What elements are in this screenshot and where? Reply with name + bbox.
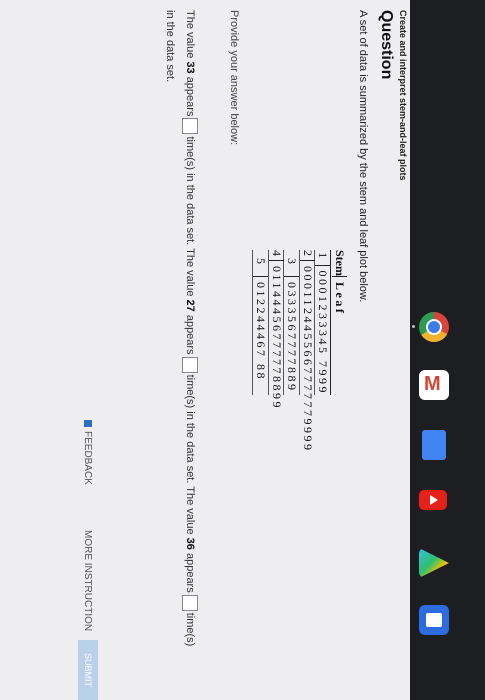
plot-row: 2 0001124455667777779999: [299, 250, 315, 453]
provide-answer-label: Provide your answer below:: [228, 10, 240, 146]
stem-value: 1: [315, 250, 331, 266]
leaf-values: 012244467 88: [254, 282, 269, 381]
gmail-icon[interactable]: [419, 370, 449, 400]
leaf-values: 0001233345 7999: [316, 270, 331, 396]
leaf-values: 0001124455667777779999: [300, 266, 315, 453]
files-icon[interactable]: [419, 605, 449, 635]
question-prompt: A set of data is summarized by the stem …: [357, 10, 369, 303]
feedback-label: FEEDBACK: [82, 431, 93, 485]
stem-value: 3: [284, 250, 300, 277]
question-content: Create and interpret stem-and-leaf plots…: [0, 0, 410, 700]
answer-text: The value: [184, 10, 196, 59]
answer-text: appears: [184, 314, 196, 355]
docs-icon[interactable]: [422, 430, 446, 460]
stem-value: 2: [299, 250, 315, 261]
answer-text: time(s) in the data set. The value: [184, 374, 196, 535]
play-store-icon[interactable]: [419, 548, 449, 578]
answer-input-2[interactable]: [181, 356, 198, 373]
stem-value: 4: [268, 250, 284, 261]
submit-button[interactable]: SUBMIT: [78, 640, 98, 700]
leaf-values: 01144456777778899: [269, 266, 284, 411]
value-highlight: 36: [184, 537, 196, 550]
leaf-header: Leaf: [333, 282, 347, 316]
plot-row: 1 0001233345 7999: [314, 250, 331, 396]
leaf-values: 0333567777889: [285, 282, 300, 393]
plot-row: 4 01144456777778899: [268, 250, 284, 410]
stem-value: 5: [253, 250, 269, 277]
stem-header: Stem: [332, 250, 347, 277]
answer-text: appears: [184, 76, 196, 117]
answer-text: time(s) in the data set. The value: [184, 136, 196, 297]
feedback-icon: [83, 420, 92, 427]
answer-text: appears: [184, 552, 196, 593]
answer-input-1[interactable]: [181, 118, 198, 135]
stem-leaf-plot: Stem Leaf 1 0001233345 7999 2 0001124455…: [252, 250, 348, 453]
answer-sentence: The value 33 appears time(s) in the data …: [160, 10, 200, 650]
value-highlight: 33: [184, 61, 196, 74]
feedback-link[interactable]: FEEDBACK: [82, 420, 93, 485]
active-indicator: [412, 325, 415, 328]
breadcrumb: Create and interpret stem-and-leaf plots: [398, 10, 408, 181]
plot-header: Stem Leaf: [330, 250, 348, 395]
more-instruction-link[interactable]: MORE INSTRUCTION: [82, 530, 93, 631]
chrome-icon[interactable]: [419, 312, 449, 342]
browser-page: Create and interpret stem-and-leaf plots…: [0, 0, 410, 700]
plot-row: 3 0333567777889: [283, 250, 300, 395]
answer-input-3[interactable]: [181, 594, 198, 611]
youtube-icon[interactable]: [419, 490, 447, 510]
taskbar: [410, 0, 485, 700]
plot-row: 5 012244467 88: [252, 250, 269, 395]
value-highlight: 27: [184, 299, 196, 312]
page-title: Question: [378, 10, 395, 80]
